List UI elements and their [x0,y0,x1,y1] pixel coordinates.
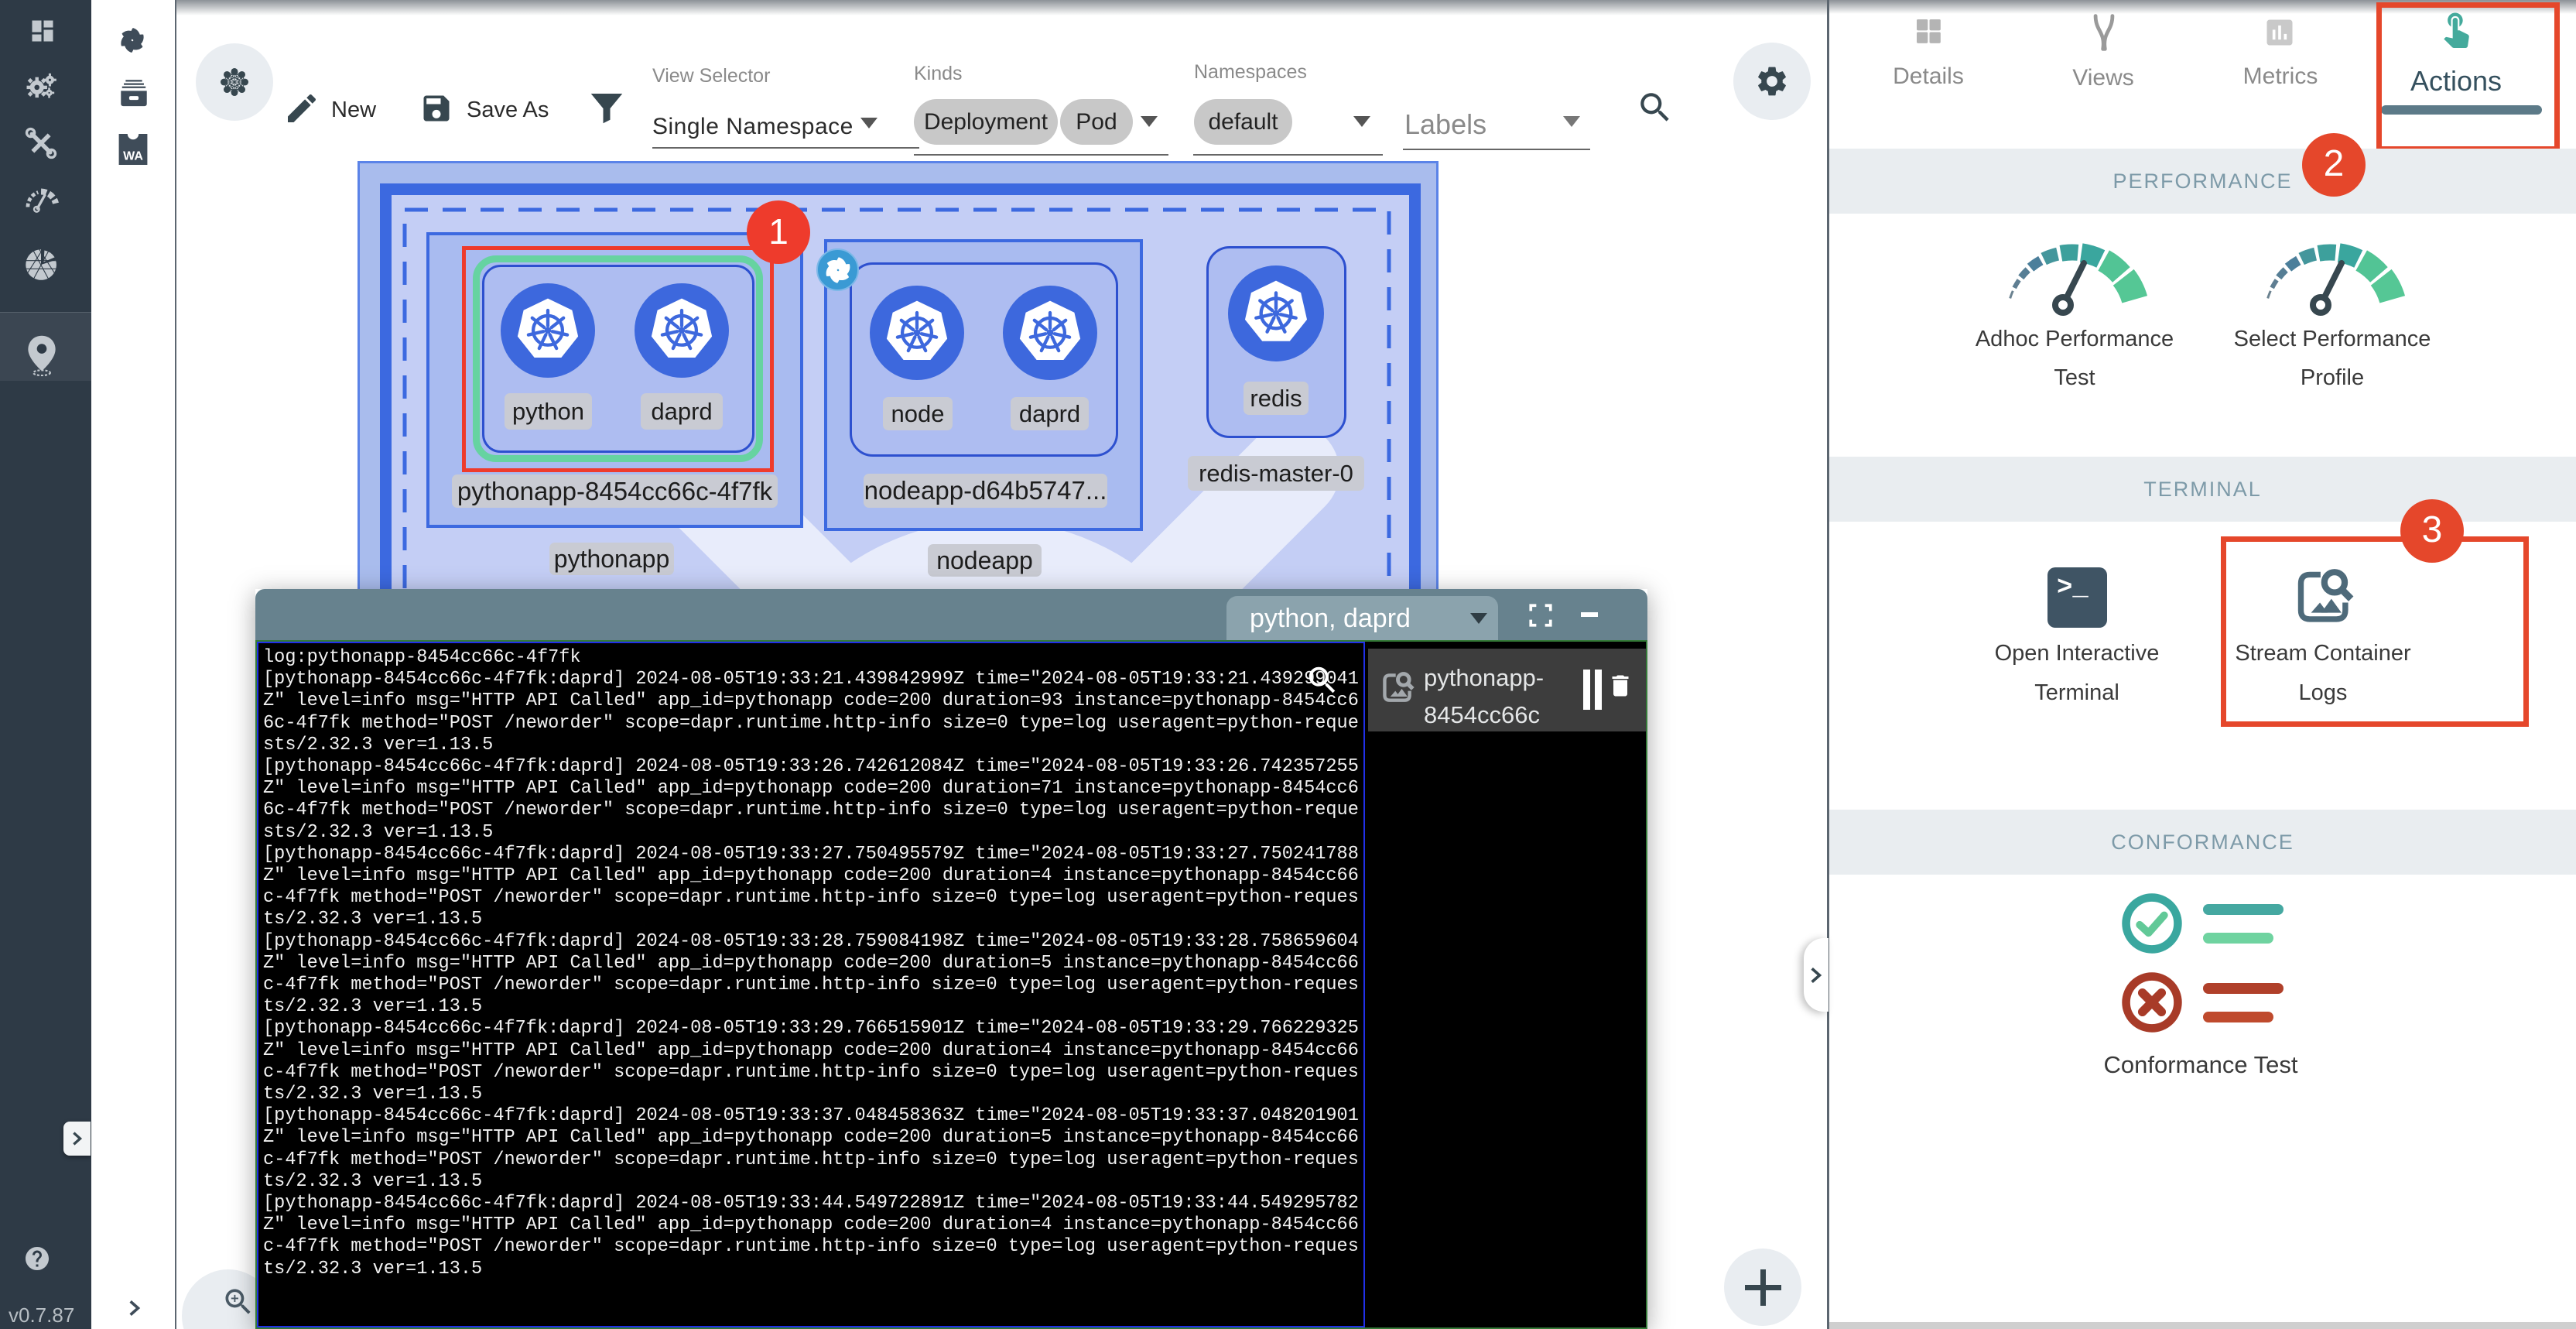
svg-text:WA: WA [123,150,143,163]
